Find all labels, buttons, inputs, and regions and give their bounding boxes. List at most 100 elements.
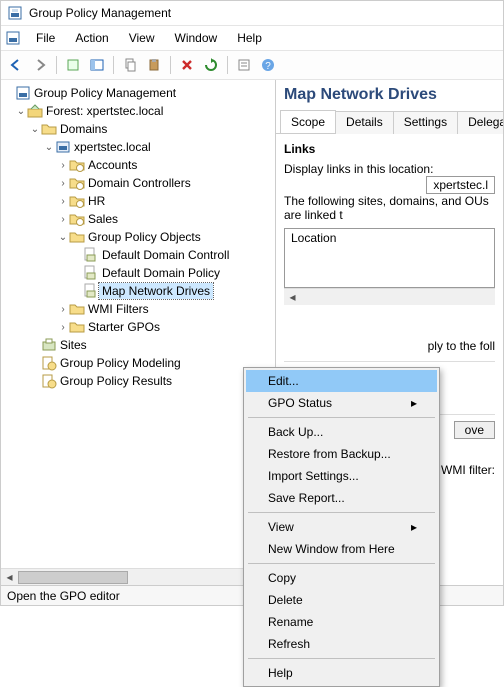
sites-icon [41,337,57,353]
tree-gpo-ddp[interactable]: Default Domain Policy [1,264,275,282]
expand-icon[interactable]: › [57,322,69,333]
ctx-refresh[interactable]: Refresh [246,633,437,655]
tree-label: Group Policy Objects [85,229,204,245]
expand-icon[interactable]: › [57,214,69,225]
domain-icon [55,139,71,155]
tree-ou-accounts[interactable]: › Accounts [1,156,275,174]
scroll-left-icon[interactable]: ◂ [1,569,18,585]
ou-icon [69,175,85,191]
location-dropdown[interactable]: xpertstec.l [426,176,495,194]
tree-gpr[interactable]: Group Policy Results [1,372,275,390]
forest-icon [27,103,43,119]
links-col-location[interactable]: Location [285,229,494,247]
expand-icon[interactable]: › [57,160,69,171]
menu-file[interactable]: File [26,28,65,48]
tree-gpo-ddc[interactable]: Default Domain Controll [1,246,275,264]
ctx-delete[interactable]: Delete [246,589,437,611]
tree-gpo-container[interactable]: ⌄ Group Policy Objects [1,228,275,246]
expand-icon[interactable]: › [57,178,69,189]
scroll-thumb[interactable] [18,571,128,584]
show-hide-tree-button[interactable] [86,54,108,76]
links-h-scrollbar[interactable]: ◂ [284,288,495,305]
help-button[interactable]: ? [257,54,279,76]
ctx-separator [248,658,435,659]
tree-ou-sales[interactable]: › Sales [1,210,275,228]
collapse-icon[interactable]: ⌄ [29,124,41,135]
menu-window[interactable]: Window [165,28,228,48]
properties-button[interactable] [233,54,255,76]
scroll-left-icon[interactable]: ◂ [284,290,301,304]
remove-button[interactable]: ove [454,421,495,439]
menubar: File Action View Window Help [1,26,503,51]
toolbar: ? [1,51,503,80]
tree-sites[interactable]: Sites [1,336,275,354]
submenu-arrow-icon: ▸ [411,396,417,410]
tree-label: Forest: xpertstec.local [43,103,166,119]
gpm-icon [15,85,31,101]
ctx-view[interactable]: View▸ [246,516,437,538]
tree-label: Default Domain Policy [99,265,223,281]
ctx-separator [248,512,435,513]
tree-ou-hr[interactable]: › HR [1,192,275,210]
ctx-help[interactable]: Help [246,662,437,684]
collapse-icon[interactable]: ⌄ [43,142,55,153]
tree-domains[interactable]: ⌄ Domains [1,120,275,138]
refresh-button[interactable] [200,54,222,76]
tab-delegation[interactable]: Delegation [457,111,503,134]
tree-h-scrollbar[interactable]: ◂ ▸ [1,568,275,585]
tree-root[interactable]: Group Policy Management [1,84,275,102]
gpo-icon [83,265,99,281]
paste-button[interactable] [143,54,165,76]
menu-view[interactable]: View [119,28,165,48]
ctx-import[interactable]: Import Settings... [246,465,437,487]
tree-forest[interactable]: ⌄ Forest: xpertstec.local [1,102,275,120]
ctx-gpo-status[interactable]: GPO Status▸ [246,392,437,414]
tree-ou-dcs[interactable]: › Domain Controllers [1,174,275,192]
tree-wmi[interactable]: › WMI Filters [1,300,275,318]
back-button[interactable] [5,54,27,76]
menu-action[interactable]: Action [65,28,118,48]
collapse-icon[interactable]: ⌄ [57,232,69,243]
toolbar-separator [113,56,114,74]
tree-label: Domain Controllers [85,175,194,191]
folder-icon [41,121,57,137]
expand-icon[interactable]: › [57,196,69,207]
tree-label: Accounts [85,157,140,173]
folder-icon [69,301,85,317]
copy-button[interactable] [119,54,141,76]
tree-starter-gpos[interactable]: › Starter GPOs [1,318,275,336]
toolbar-separator [56,56,57,74]
links-list[interactable]: Location [284,228,495,288]
new-button[interactable] [62,54,84,76]
tree-label: Sales [85,211,121,227]
ctx-restore[interactable]: Restore from Backup... [246,443,437,465]
ctx-save-report[interactable]: Save Report... [246,487,437,509]
tab-details[interactable]: Details [335,111,394,134]
tree-label: Group Policy Modeling [57,355,184,371]
tree-gpm[interactable]: Group Policy Modeling [1,354,275,372]
ctx-backup[interactable]: Back Up... [246,421,437,443]
tree-gpo-mnd[interactable]: Map Network Drives [1,282,275,300]
ctx-edit[interactable]: Edit... [246,370,437,392]
expand-icon[interactable]: › [57,304,69,315]
tree-domain[interactable]: ⌄ xpertstec.local [1,138,275,156]
tree[interactable]: Group Policy Management ⌄ Forest: xperts… [1,80,275,568]
tab-scope[interactable]: Scope [280,110,336,133]
forward-button[interactable] [29,54,51,76]
submenu-arrow-icon: ▸ [411,520,417,534]
toolbar-separator [170,56,171,74]
gpo-icon [83,247,99,263]
menu-app-icon [5,30,21,46]
ctx-rename[interactable]: Rename [246,611,437,633]
ctx-copy[interactable]: Copy [246,567,437,589]
toolbar-separator [227,56,228,74]
tree-label: Group Policy Management [31,85,179,101]
collapse-icon[interactable]: ⌄ [15,106,27,117]
titlebar: Group Policy Management [1,1,503,26]
menu-help[interactable]: Help [227,28,272,48]
ctx-new-window[interactable]: New Window from Here [246,538,437,560]
tree-label: WMI Filters [85,301,152,317]
tree-label: HR [85,193,108,209]
tab-settings[interactable]: Settings [393,111,458,134]
delete-button[interactable] [176,54,198,76]
